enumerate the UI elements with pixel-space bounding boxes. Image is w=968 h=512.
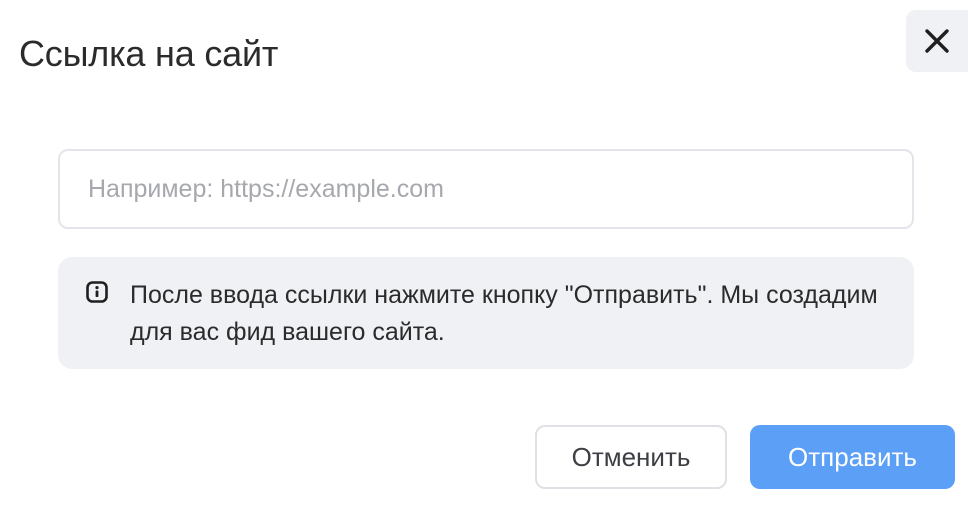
cancel-button[interactable]: Отменить <box>535 425 727 489</box>
site-url-input[interactable] <box>58 149 914 229</box>
info-notice: После ввода ссылки нажмите кнопку "Отпра… <box>58 257 914 369</box>
close-icon <box>925 29 949 53</box>
site-link-dialog: Ссылка на сайт После ввода ссылки нажмит… <box>0 0 968 512</box>
submit-button[interactable]: Отправить <box>750 425 955 489</box>
dialog-title: Ссылка на сайт <box>19 33 279 74</box>
close-button[interactable] <box>906 10 968 72</box>
info-icon <box>86 281 108 303</box>
info-text: После ввода ссылки нажмите кнопку "Отпра… <box>130 281 878 346</box>
